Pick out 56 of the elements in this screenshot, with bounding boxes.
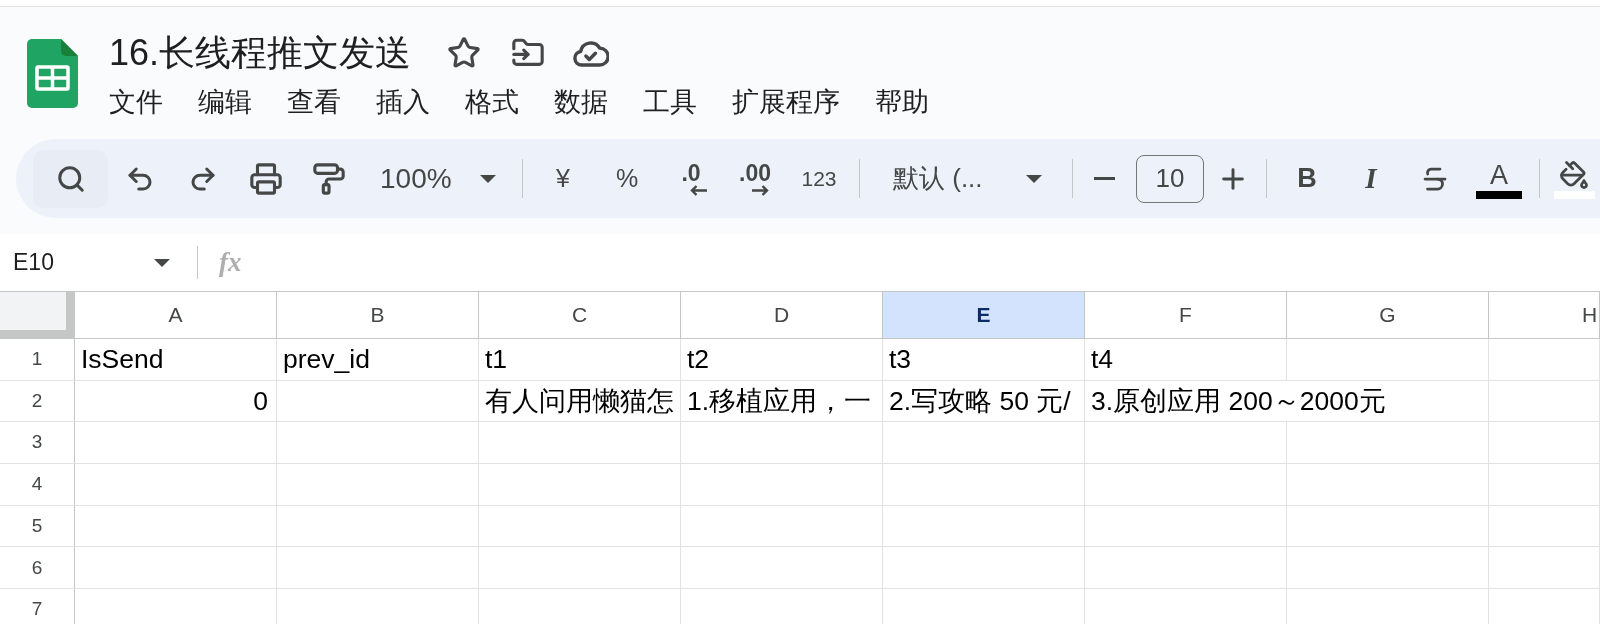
menu-item[interactable]: 数据 xyxy=(554,85,608,119)
number-format-button[interactable]: 123 xyxy=(787,149,851,208)
menu-item[interactable]: 帮助 xyxy=(875,85,929,119)
decrease-decimal-button[interactable]: .0 xyxy=(659,149,723,208)
font-dropdown[interactable]: 默认 (... xyxy=(868,149,1064,208)
paint-roller-icon xyxy=(311,161,346,196)
caret-icon xyxy=(154,258,170,267)
menu-item[interactable]: 格式 xyxy=(465,85,519,119)
arrow-right-icon xyxy=(751,184,769,196)
menu-item[interactable]: 插入 xyxy=(376,85,430,119)
menu-item[interactable]: 扩展程序 xyxy=(732,85,840,119)
spreadsheet-logo-icon[interactable] xyxy=(27,39,78,108)
menu-item[interactable]: 文件 xyxy=(109,85,163,119)
increase-decimal-button[interactable]: .00 xyxy=(723,149,787,208)
font-size-field[interactable]: 10 xyxy=(1136,154,1204,203)
paint-bucket-icon xyxy=(1559,160,1589,190)
currency-button[interactable]: ¥ xyxy=(531,149,595,208)
menu-item[interactable]: 查看 xyxy=(287,85,341,119)
italic-button[interactable]: I xyxy=(1339,149,1403,208)
document-title[interactable]: 16.长线程推文发送 xyxy=(109,31,412,75)
arrow-left-icon xyxy=(689,184,707,196)
row-header[interactable]: 1 xyxy=(0,339,75,380)
search-icon xyxy=(55,163,86,194)
cell-text: t1 xyxy=(485,343,508,376)
search-button[interactable] xyxy=(33,149,108,208)
cell-text: 有人问用懒猫怎 xyxy=(485,385,674,418)
cell-text: IsSend xyxy=(81,343,164,376)
row-header[interactable]: 3 xyxy=(0,422,75,464)
row-header[interactable]: 6 xyxy=(0,547,75,589)
row-header[interactable]: 7 xyxy=(0,589,75,624)
minus-icon xyxy=(1094,177,1115,180)
cell-text: t3 xyxy=(889,343,912,376)
star-icon[interactable] xyxy=(447,36,482,70)
name-box[interactable]: E10 xyxy=(0,242,185,283)
bold-button[interactable]: B xyxy=(1275,149,1339,208)
cell-text: 2.写攻略 50 元/ xyxy=(889,385,1071,418)
cell-text: 0 xyxy=(253,385,268,418)
cell-text: 3.原创应用 200～2000元 xyxy=(1091,385,1386,418)
column-header[interactable]: E xyxy=(883,292,1085,338)
row-header[interactable]: 4 xyxy=(0,464,75,505)
percent-button[interactable]: % xyxy=(595,149,659,208)
zoom-dropdown[interactable]: 100% xyxy=(360,149,514,208)
text-color-button[interactable]: A xyxy=(1467,149,1531,208)
cloud-check-icon[interactable] xyxy=(573,39,610,67)
row-header[interactable]: 5 xyxy=(0,505,75,547)
cell-text: 1.移植应用，一 xyxy=(687,385,872,418)
caret-icon xyxy=(1026,174,1042,183)
formula-label: fx xyxy=(219,246,242,280)
caret-icon xyxy=(480,174,496,183)
cell-text: t2 xyxy=(687,343,710,376)
row-header[interactable]: 2 xyxy=(0,380,75,422)
printer-icon xyxy=(248,161,283,196)
menu-item[interactable]: 工具 xyxy=(643,85,697,119)
cell-text: prev_id xyxy=(283,343,370,376)
cell-text: t4 xyxy=(1091,343,1114,376)
menu-item[interactable]: 编辑 xyxy=(198,85,252,119)
